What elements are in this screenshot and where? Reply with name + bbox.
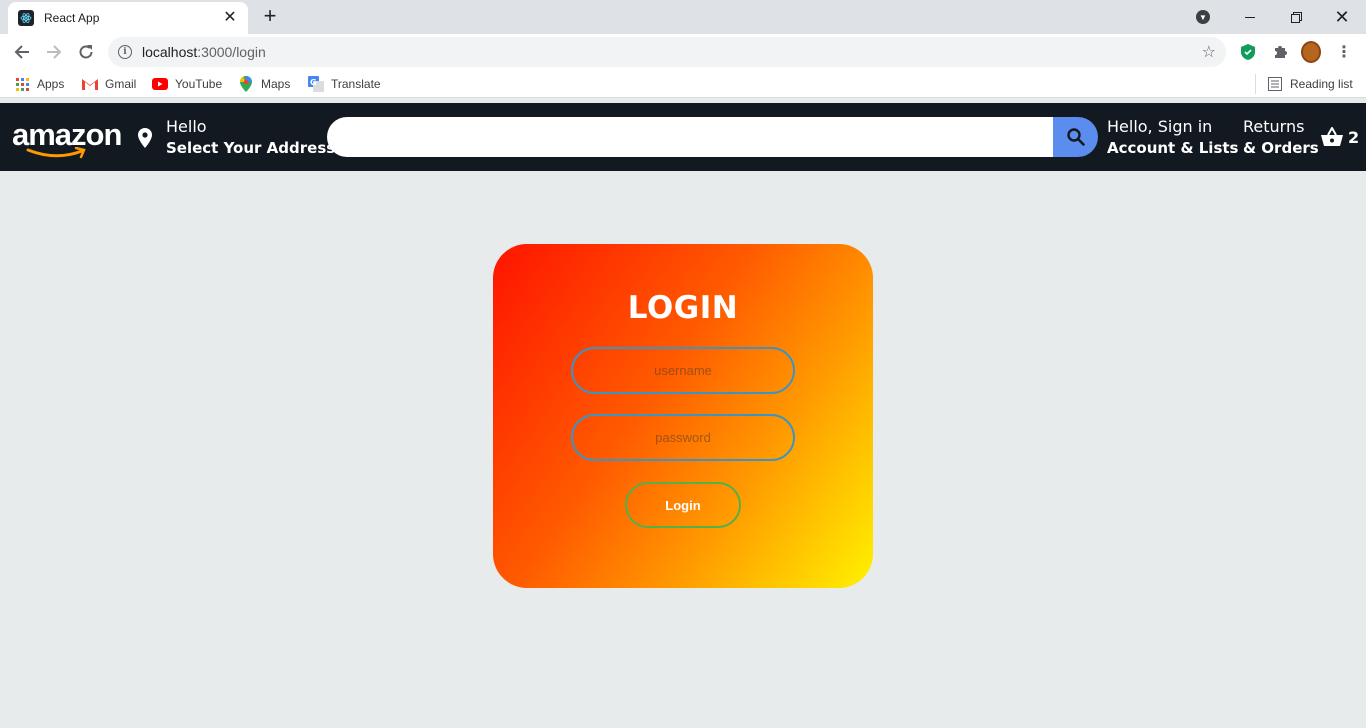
account-lists-label: Account & Lists xyxy=(1107,139,1239,157)
shield-extension-icon[interactable] xyxy=(1238,42,1258,62)
orders-label: & Orders xyxy=(1243,139,1319,157)
youtube-icon xyxy=(152,76,168,92)
amazon-logo[interactable]: amazon xyxy=(12,119,122,159)
address-bar[interactable]: i localhost:3000/login ☆ xyxy=(108,37,1226,67)
reading-list-button[interactable]: Reading list xyxy=(1267,76,1353,92)
tab-close-icon[interactable]: ✕ xyxy=(222,10,238,26)
tab-title: React App xyxy=(44,11,100,25)
shopping-basket-icon xyxy=(1321,127,1343,146)
signin-greeting: Hello, Sign in xyxy=(1107,117,1213,136)
browser-tab[interactable]: React App ✕ xyxy=(8,2,248,34)
tab-search-icon[interactable]: ▼ xyxy=(1196,0,1218,34)
search-button[interactable] xyxy=(1053,117,1098,157)
address-prompt: Select Your Address xyxy=(166,139,336,157)
maps-icon xyxy=(238,76,254,92)
browser-toolbar: i localhost:3000/login ☆ ⋮ xyxy=(0,34,1366,70)
reading-list-label: Reading list xyxy=(1290,77,1353,91)
bookmark-apps[interactable]: Apps xyxy=(14,76,64,92)
search-icon xyxy=(1066,128,1085,146)
address-greeting: Hello xyxy=(166,117,207,136)
browser-tab-strip: React App ✕ + ▼ ✕ xyxy=(0,0,1366,34)
login-title: LOGIN xyxy=(627,290,739,326)
apps-grid-icon xyxy=(14,76,30,92)
bookmarks-bar: Apps Gmail YouTube Maps G Translate Read… xyxy=(0,70,1366,98)
restore-icon[interactable] xyxy=(1284,0,1308,34)
bookmark-label: Maps xyxy=(261,77,291,91)
window-close-icon[interactable]: ✕ xyxy=(1330,0,1354,34)
search-input[interactable] xyxy=(327,117,1053,157)
reload-icon[interactable] xyxy=(74,40,98,64)
location-pin-icon xyxy=(138,128,152,148)
bookmarks-divider xyxy=(1255,74,1256,94)
reading-list-icon xyxy=(1267,76,1283,92)
login-button[interactable]: Login xyxy=(625,482,741,528)
cart-count: 2 xyxy=(1348,127,1360,147)
url-text: localhost:3000/login xyxy=(142,44,266,60)
back-arrow-icon[interactable] xyxy=(10,40,34,64)
bookmark-label: YouTube xyxy=(175,77,223,91)
search-bar xyxy=(327,117,1098,157)
password-input[interactable] xyxy=(571,414,795,461)
returns-orders[interactable]: Returns & Orders xyxy=(1243,117,1319,159)
account-signin[interactable]: Hello, Sign in Account & Lists xyxy=(1107,117,1238,159)
login-card: LOGIN Login xyxy=(493,244,873,588)
gmail-icon xyxy=(82,76,98,92)
bookmark-gmail[interactable]: Gmail xyxy=(82,76,136,92)
browser-menu-icon[interactable]: ⋮ xyxy=(1334,42,1354,62)
bookmark-youtube[interactable]: YouTube xyxy=(152,76,222,92)
forward-arrow-icon[interactable] xyxy=(42,40,66,64)
bookmark-label: Apps xyxy=(37,77,65,91)
returns-label: Returns xyxy=(1243,117,1305,136)
svg-text:G: G xyxy=(310,78,317,87)
bookmark-label: Translate xyxy=(331,77,381,91)
react-favicon-icon xyxy=(18,10,34,26)
site-info-icon[interactable]: i xyxy=(118,45,132,59)
site-header: amazon Hello Select Your Address Hello, … xyxy=(0,103,1366,171)
profile-avatar-icon[interactable] xyxy=(1301,41,1321,63)
new-tab-plus-icon[interactable]: + xyxy=(258,5,282,28)
cart-button[interactable]: 2 xyxy=(1320,127,1359,147)
bookmark-label: Gmail xyxy=(105,77,137,91)
amazon-smile-icon xyxy=(26,147,86,159)
bookmark-star-icon[interactable]: ☆ xyxy=(1202,42,1216,62)
translate-icon: G xyxy=(308,76,324,92)
select-address[interactable]: Hello Select Your Address xyxy=(138,117,335,159)
extensions-puzzle-icon[interactable] xyxy=(1270,42,1290,62)
username-input[interactable] xyxy=(571,347,795,394)
bookmark-translate[interactable]: G Translate xyxy=(308,76,381,92)
minimize-icon[interactable] xyxy=(1238,0,1262,34)
bookmark-maps[interactable]: Maps xyxy=(238,76,290,92)
